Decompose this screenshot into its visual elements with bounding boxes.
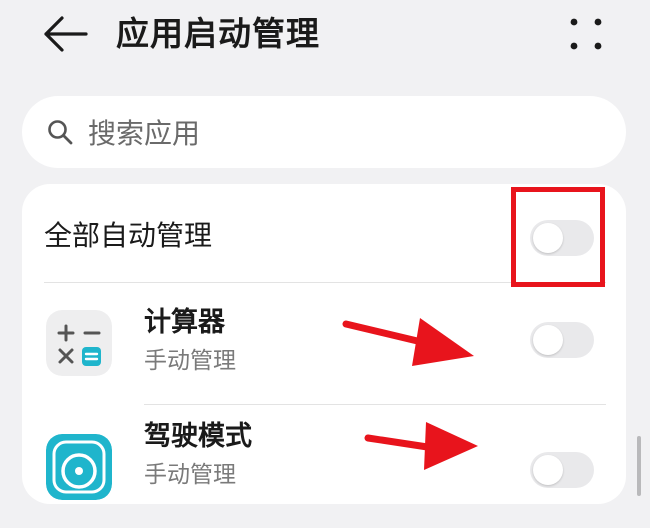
app-row-calculator[interactable]: 计算器 手动管理	[22, 284, 626, 406]
app-row-driving-mode[interactable]: 驾驶模式 手动管理	[22, 406, 626, 528]
steering-wheel-icon	[46, 434, 112, 500]
toggle-knob	[533, 325, 563, 355]
top-bar: 应用启动管理	[0, 0, 650, 70]
search-bar[interactable]	[22, 96, 626, 168]
highlight-box	[511, 187, 605, 287]
red-arrow-annotation	[364, 422, 478, 470]
divider	[144, 404, 606, 405]
app-toggle-calculator[interactable]	[530, 322, 594, 358]
toggle-knob	[533, 455, 563, 485]
app-status: 手动管理	[144, 462, 236, 488]
scrollbar[interactable]	[637, 436, 641, 496]
red-arrow-annotation	[342, 318, 474, 366]
search-icon	[48, 120, 73, 145]
arrow-left-icon[interactable]	[42, 14, 88, 54]
search-input[interactable]	[86, 108, 590, 158]
page-title: 应用启动管理	[116, 14, 320, 53]
app-toggle-driving-mode[interactable]	[530, 452, 594, 488]
calculator-icon	[46, 310, 112, 376]
all-auto-manage-label: 全部自动管理	[44, 219, 213, 252]
app-name: 计算器	[144, 307, 225, 338]
app-status: 手动管理	[144, 348, 236, 374]
more-dots-icon[interactable]	[566, 14, 606, 54]
app-name: 驾驶模式	[144, 421, 252, 452]
